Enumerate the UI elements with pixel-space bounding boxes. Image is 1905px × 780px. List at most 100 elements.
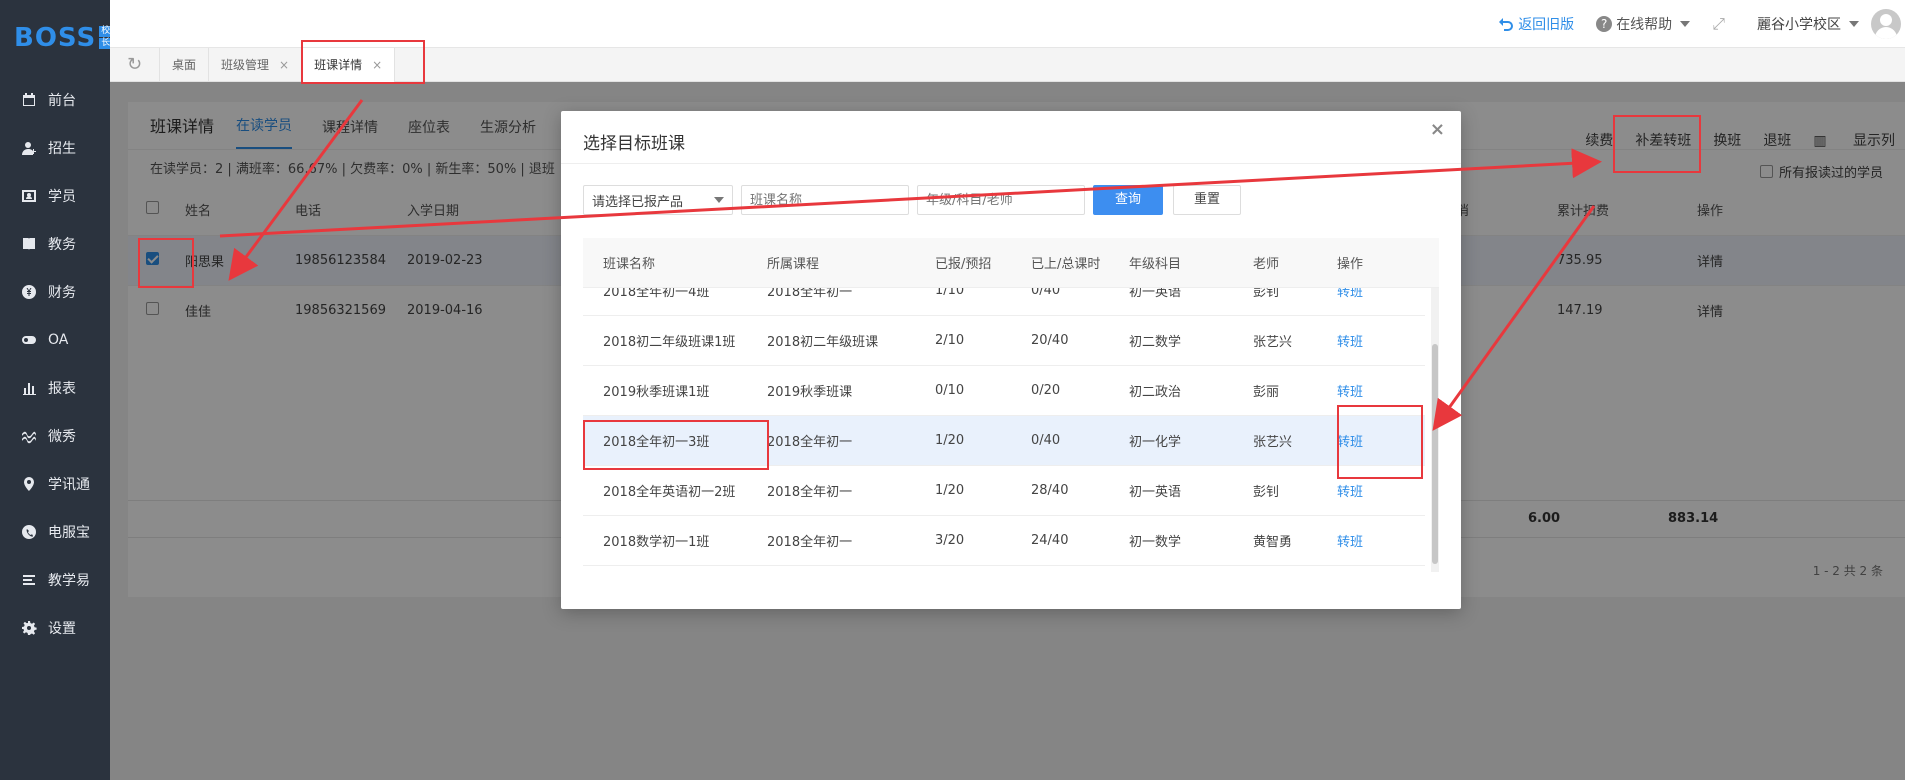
course-name: 2018初二年级班课 [767,335,879,350]
grade-subject-teacher-input[interactable] [917,185,1085,215]
course-name: 2019秋季班课 [767,385,853,400]
table-row[interactable]: 2018全年初一4班 2018全年初一 1/10 0/40 初一英语 彭钊 转班 [583,288,1425,316]
sidebar-item-reports[interactable]: 报表 [0,364,110,412]
enrolled-count: 3/20 [935,533,965,548]
scrollbar[interactable] [1431,288,1439,572]
lesson-hours: 28/40 [1031,483,1069,498]
filter-bar: 请选择已报产品 查询 重置 [583,185,1241,215]
annotation-box-transfer-button [1613,115,1701,173]
grade-subject: 初一化学 [1129,435,1182,450]
fullscreen-icon[interactable]: ⤢ [1712,14,1725,34]
refresh-icon[interactable]: ↻ [110,47,160,82]
transfer-link[interactable]: 转班 [1337,288,1407,300]
lesson-hours: 0/40 [1031,288,1061,298]
avatar[interactable] [1871,9,1901,39]
sidebar-item-label: 微秀 [48,429,76,445]
col-teacher: 老师 [1253,257,1280,272]
col-course: 所属课程 [767,257,820,272]
modal-title: 选择目标班课 [583,134,685,154]
tab-desktop[interactable]: 桌面 [160,47,210,82]
sidebar-item-dianfubao[interactable]: 电服宝 [0,508,110,556]
yen-icon [20,283,38,301]
grade-subject: 初二数学 [1129,335,1182,350]
select-target-class-modal: 选择目标班课 × 请选择已报产品 查询 重置 班课名称 所属课程 已报/预招 已… [561,111,1461,609]
transfer-link[interactable]: 转班 [1337,531,1407,550]
product-select[interactable]: 请选择已报产品 [583,185,733,215]
class-name: 2018数学初一1班 [603,535,710,550]
enrolled-count: 0/10 [935,383,965,398]
tab-class-management[interactable]: 班级管理 × [209,47,303,82]
col-enrolled: 已报/预招 [935,257,992,272]
col-grade-subject: 年级科目 [1129,257,1182,272]
chevron-down-icon [1680,21,1691,27]
book-icon [20,235,38,253]
enrolled-count: 1/20 [935,483,965,498]
transfer-link[interactable]: 转班 [1337,331,1407,350]
help-label: 在线帮助 [1616,17,1673,33]
lesson-hours: 0/40 [1031,433,1061,448]
table-row[interactable]: 2018全年英语初一2班 2018全年初一 1/20 28/40 初一英语 彭钊 转班 [583,466,1425,516]
campus-selector[interactable]: 麗谷小学校区 [1757,14,1859,34]
sidebar-item-academic[interactable]: 教务 [0,220,110,268]
sidebar-item-settings[interactable]: 设置 [0,604,110,652]
class-table-header: 班课名称 所属课程 已报/预招 已上/总课时 年级科目 老师 操作 [583,238,1439,288]
sidebar-item-label: 学员 [48,189,76,205]
col-hours: 已上/总课时 [1031,257,1101,272]
class-name: 2018全年初一4班 [603,288,710,300]
back-label: 返回旧版 [1518,17,1575,33]
lesson-hours: 20/40 [1031,333,1069,348]
sidebar-item-enroll[interactable]: 招生 [0,124,110,172]
sidebar-item-students[interactable]: 学员 [0,172,110,220]
sidebar: BOSS 校 长 前台 招生 学员 教务 财务 OA 报表 微秀 学讯通 电服宝… [0,0,113,780]
scrollbar-thumb[interactable] [1432,344,1438,564]
pin-icon [20,475,38,493]
grade-subject: 初一英语 [1129,288,1182,300]
gear-icon [20,619,38,637]
annotation-box-transfer-link [1337,405,1423,479]
logo-text: BOSS [14,23,97,53]
sidebar-item-label: OA [48,332,69,348]
transfer-link[interactable]: 转班 [1337,481,1407,500]
sidebar-item-label: 电服宝 [48,525,90,541]
enrolled-count: 1/10 [935,288,965,298]
col-class-name: 班课名称 [603,257,656,272]
transfer-link[interactable]: 转班 [1337,381,1407,400]
sidebar-item-label: 报表 [48,381,76,397]
sidebar-item-label: 教学易 [48,573,90,589]
tab-label: 桌面 [172,57,197,72]
class-name-input[interactable] [741,185,909,215]
bar-chart-icon [20,379,38,397]
sidebar-item-finance[interactable]: 财务 [0,268,110,316]
table-row[interactable]: 2018初二年级班课1班 2018初二年级班课 2/10 20/40 初二数学 张艺兴 转班 [583,316,1425,366]
teacher-name: 张艺兴 [1253,335,1293,350]
annotation-box-target-class [583,420,769,470]
toggle-icon [20,331,38,349]
sidebar-item-xuexuntong[interactable]: 学讯通 [0,460,110,508]
query-button[interactable]: 查询 [1093,185,1163,215]
annotation-box-tab [301,40,425,84]
sidebar-item-frontdesk[interactable]: 前台 [0,76,110,124]
back-to-old-version-link[interactable]: 返回旧版 [1498,14,1574,34]
online-help-menu[interactable]: ? 在线帮助 [1596,14,1691,34]
divider [561,163,1461,164]
lesson-hours: 0/20 [1031,383,1061,398]
product-select-value: 请选择已报产品 [592,194,684,210]
table-row[interactable]: 2019秋季班课1班 2019秋季班课 0/10 0/20 初二政治 彭丽 转班 [583,366,1425,416]
sidebar-item-oa[interactable]: OA [0,316,110,364]
sidebar-item-label: 设置 [48,621,76,637]
table-row[interactable]: 2018数学初一1班 2018全年初一 3/20 24/40 初一数学 黄智勇 转班 [583,516,1425,566]
sidebar-item-weixiu[interactable]: 微秀 [0,412,110,460]
teacher-name: 彭丽 [1253,385,1280,400]
class-table: 班课名称 所属课程 已报/预招 已上/总课时 年级科目 老师 操作 2018全年… [583,238,1439,572]
course-name: 2018全年初一 [767,288,853,300]
sidebar-item-label: 前台 [48,93,76,109]
chevron-down-icon [714,197,724,203]
lesson-hours: 24/40 [1031,533,1069,548]
course-name: 2018全年初一 [767,435,853,450]
reset-button[interactable]: 重置 [1173,185,1241,215]
close-icon[interactable]: × [1430,119,1445,140]
user-add-icon [20,139,38,157]
logo[interactable]: BOSS 校 长 [0,0,113,76]
close-icon[interactable]: × [279,48,289,82]
sidebar-item-jiaoxueyi[interactable]: 教学易 [0,556,110,604]
